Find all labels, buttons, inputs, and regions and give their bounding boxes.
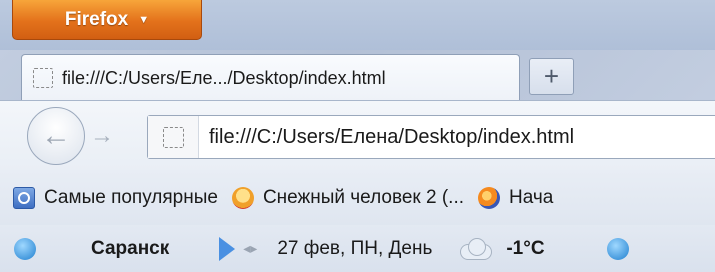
- scroll-arrows-icon[interactable]: ◂▸: [243, 240, 257, 257]
- page-icon: [33, 68, 53, 88]
- firefox-menu-button[interactable]: Firefox ▼: [12, 0, 202, 40]
- back-arrow-icon: ←: [41, 119, 71, 152]
- tab-active[interactable]: file:///C:/Users/Еле.../Desktop/index.ht…: [21, 54, 520, 101]
- water-drop-icon[interactable]: [14, 237, 36, 260]
- firefox-menu-label: Firefox: [64, 8, 129, 30]
- play-icon[interactable]: [219, 236, 236, 261]
- plus-icon: +: [543, 61, 560, 91]
- bookmarks-toolbar: Самые популярные Снежный человек 2 (... …: [0, 170, 715, 225]
- cloud-icon: [454, 237, 494, 260]
- forward-arrow-icon: →: [90, 122, 114, 149]
- navigation-toolbar: ← → file:///C:/Users/Елена/Desktop/index…: [0, 100, 715, 171]
- chevron-down-icon: ▼: [138, 13, 150, 26]
- address-bar[interactable]: file:///C:/Users/Елена/Desktop/index.htm…: [147, 115, 715, 159]
- water-drop-icon[interactable]: [606, 237, 629, 260]
- weather-city[interactable]: Саранск: [91, 238, 169, 260]
- url-text[interactable]: file:///C:/Users/Елена/Desktop/index.htm…: [209, 126, 574, 149]
- site-identity-button[interactable]: [148, 116, 199, 158]
- tab-title: file:///C:/Users/Еле.../Desktop/index.ht…: [62, 67, 386, 88]
- weather-temperature: -1°C: [506, 237, 545, 259]
- forward-button[interactable]: →: [84, 118, 120, 154]
- popular-icon: [13, 186, 35, 209]
- weather-date: 27 фев, ПН, День: [277, 237, 433, 259]
- bookmark-snow-man[interactable]: Снежный человек 2 (...: [231, 186, 465, 209]
- game-icon: [231, 186, 254, 209]
- bookmark-getting-started[interactable]: Нача: [478, 186, 554, 209]
- bookmark-label: Нача: [509, 186, 554, 208]
- page-icon: [162, 126, 184, 148]
- bookmark-label: Снежный человек 2 (...: [262, 186, 465, 208]
- bookmark-label: Самые популярные: [44, 186, 218, 208]
- back-button[interactable]: ←: [27, 107, 85, 165]
- browser-window: Firefox ▼ file:///C:/Users/Еле.../Deskto…: [0, 0, 715, 272]
- firefox-icon: [478, 186, 501, 209]
- bookmark-most-visited[interactable]: Самые популярные: [0, 186, 218, 209]
- weather-toolbar: Саранск ◂▸ 27 фев, ПН, День -1°C: [0, 225, 715, 272]
- new-tab-button[interactable]: +: [529, 58, 574, 95]
